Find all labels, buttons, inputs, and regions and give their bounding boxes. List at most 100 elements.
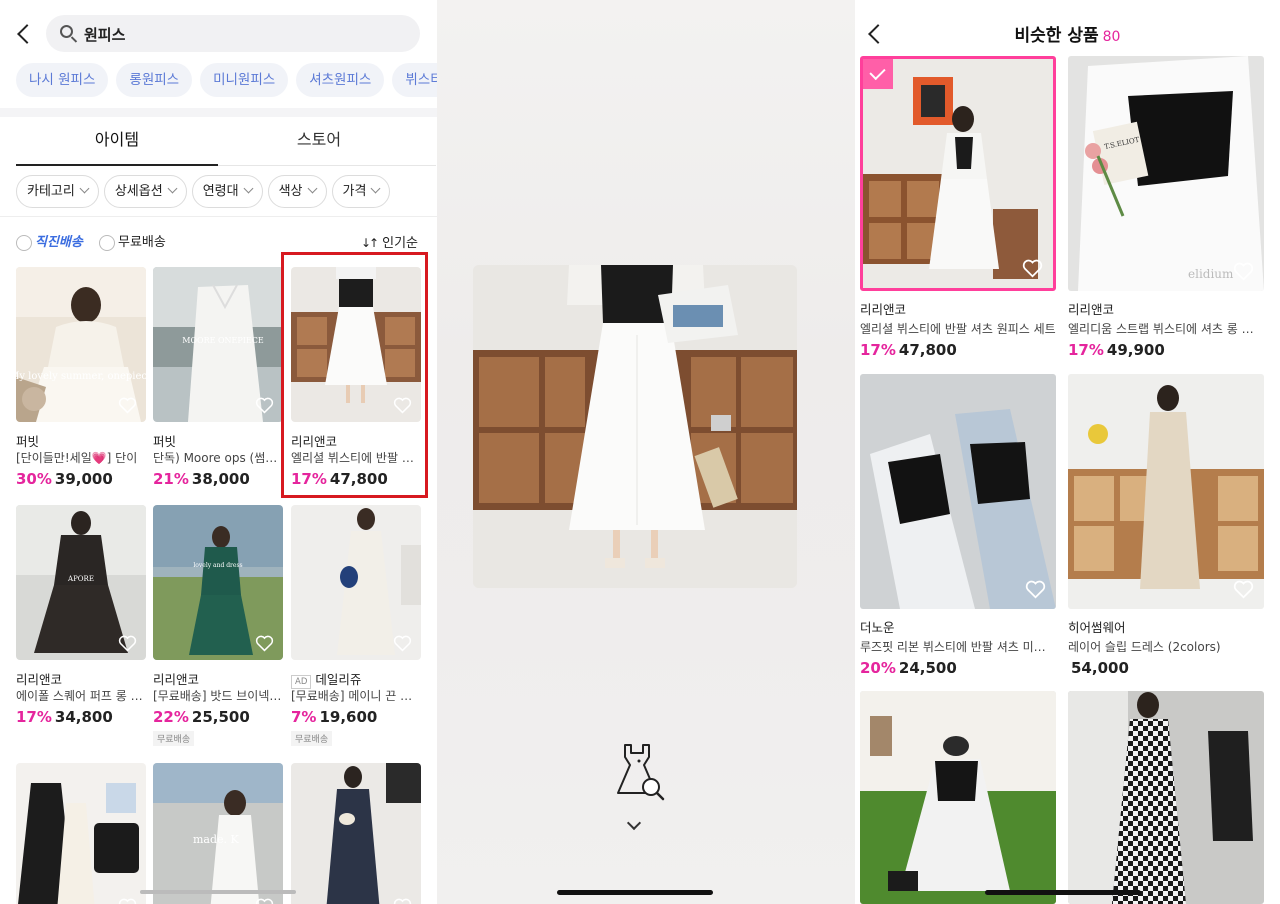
price-value: 54,000 <box>1071 659 1129 677</box>
similar-product-card[interactable]: 더노운 루즈핏 리본 뷔스티에 반팔 셔츠 미디 원피스 20%24,500 <box>860 374 1056 677</box>
product-image: made. K <box>153 763 283 904</box>
filter-label: 연령대 <box>202 184 239 199</box>
product-photo <box>860 374 1056 609</box>
product-image: APORE <box>16 505 146 660</box>
filter-detail-option[interactable]: 상세옵션 <box>103 175 187 208</box>
filter-label: 카테고리 <box>27 184 75 199</box>
similar-product-card[interactable] <box>1068 691 1264 904</box>
radio-icon <box>16 234 32 251</box>
filter-category[interactable]: 카테고리 <box>16 175 99 208</box>
page-title-text: 비슷한 상품 <box>1014 26 1099 46</box>
heart-icon[interactable] <box>1233 262 1254 281</box>
heart-icon[interactable] <box>393 898 412 904</box>
discount-rate: 17% <box>16 708 52 726</box>
filter-label: 상세옵션 <box>114 184 163 199</box>
heart-icon[interactable] <box>118 397 137 414</box>
price-value: 24,500 <box>898 659 957 677</box>
heart-icon[interactable] <box>255 397 274 414</box>
product-image: lovely and dress <box>153 505 283 660</box>
price-value: 19,600 <box>319 708 378 726</box>
price-value: 49,900 <box>1106 341 1165 359</box>
free-shipping-tag: 무료배송 <box>291 731 333 746</box>
heart-icon[interactable] <box>1022 259 1043 278</box>
product-brand: 퍼빗 <box>153 434 177 449</box>
tab-stores[interactable]: 스토어 <box>218 118 420 166</box>
product-price: 22% 25,500 <box>153 708 283 726</box>
product-name: 레이어 슬립 드레스 (2colors) <box>1068 640 1221 654</box>
related-keyword-chips: 나시 원피스롱원피스미니원피스셔츠원피스뷔스티에 원 <box>16 63 437 98</box>
similar-product-card[interactable]: 히어썸웨어 레이어 슬립 드레스 (2colors) 54,000 <box>1068 374 1264 677</box>
radio-icon <box>98 234 115 251</box>
keyword-chip[interactable]: 롱원피스 <box>116 63 193 97</box>
product-card[interactable]: My lovely summer, onepiece 퍼빗 [단이들만!세일💗]… <box>16 267 146 488</box>
heart-icon[interactable] <box>118 898 137 904</box>
image-caption: elidium <box>1188 267 1234 281</box>
search-results-panel: 원피스 나시 원피스롱원피스미니원피스셔츠원피스뷔스티에 원 아이템 스토어 카… <box>0 0 437 904</box>
product-image: MOORE ONEPIECE <box>153 267 283 422</box>
keyword-chip[interactable]: 나시 원피스 <box>16 63 109 97</box>
product-photo <box>863 59 1053 288</box>
home-indicator <box>557 890 713 895</box>
product-brand: 리리앤코 <box>153 672 200 687</box>
product-price: 7% 19,600 <box>291 708 421 726</box>
free-shipping-toggle[interactable]: 무료배송 <box>98 231 166 251</box>
sort-icon: ↓↑ <box>361 236 379 250</box>
product-card[interactable] <box>291 763 421 904</box>
product-card[interactable]: lovely and dress 리리앤코 [무료배송] 밧드 브이넥 롱 22… <box>153 505 283 746</box>
product-brand: 데일리쥬 <box>315 672 362 687</box>
product-card[interactable]: MOORE ONEPIECE 퍼빗 단독) Moore ops (썸머 원피스 … <box>153 267 283 488</box>
chevron-down-icon <box>307 183 317 194</box>
keyword-chip[interactable]: 뷔스티에 원 <box>392 63 437 97</box>
filter-color[interactable]: 색상 <box>267 175 327 208</box>
tab-items[interactable]: 아이템 <box>16 118 218 166</box>
sort-button[interactable]: ↓↑ 인기순 <box>361 232 418 251</box>
chevron-down-icon <box>370 183 381 194</box>
filter-age[interactable]: 연령대 <box>191 175 263 208</box>
product-name: [단이들만!세일💗] 단이 <box>16 451 138 465</box>
keyword-chip[interactable]: 미니원피스 <box>200 63 289 97</box>
image-search-panel <box>437 0 855 904</box>
home-indicator <box>985 890 1141 895</box>
image-caption: My lovely summer, onepiece <box>16 371 146 382</box>
product-photo <box>860 691 1056 904</box>
heart-icon[interactable] <box>118 635 137 652</box>
image-caption: made. K <box>193 833 240 846</box>
heart-icon[interactable] <box>255 898 274 904</box>
chevron-down-icon[interactable] <box>626 815 642 831</box>
chevron-down-icon <box>243 183 254 194</box>
back-arrow-icon[interactable] <box>17 24 37 44</box>
page-title: 비슷한 상품 80 <box>855 21 1280 46</box>
filter-price[interactable]: 가격 <box>331 175 391 208</box>
divider <box>0 216 437 217</box>
dress-search-icon[interactable] <box>609 741 665 803</box>
image-caption: lovely and dress <box>193 562 242 569</box>
product-card[interactable]: made. K <box>153 763 283 904</box>
product-image <box>16 763 146 904</box>
product-image <box>291 763 421 904</box>
selected-product-highlight <box>281 252 428 498</box>
product-name: 에이폴 스퀘어 퍼프 롱 원피스 <box>16 689 146 703</box>
heart-icon[interactable] <box>255 635 274 652</box>
heart-icon[interactable] <box>1233 580 1254 599</box>
product-photo <box>473 265 797 588</box>
keyword-chip[interactable]: 셔츠원피스 <box>296 63 385 97</box>
heart-icon[interactable] <box>1025 580 1046 599</box>
product-card[interactable]: APORE 리리앤코 에이폴 스퀘어 퍼프 롱 원피스 17%34,800 <box>16 505 146 726</box>
selected-product-preview[interactable] <box>473 265 797 588</box>
similar-product-card[interactable]: 리리앤코 엘리셜 뷔스티에 반팔 셔츠 원피스 세트 17% 47,800 <box>860 56 1056 359</box>
direct-shipping-toggle[interactable]: 직진배송 <box>16 231 83 251</box>
similar-product-card[interactable] <box>860 691 1056 904</box>
product-brand: 리리앤코 <box>860 302 907 317</box>
selected-check-icon <box>863 59 893 89</box>
heart-icon[interactable] <box>393 635 412 652</box>
discount-rate: 30% <box>16 470 52 488</box>
discount-rate: 22% <box>153 708 189 726</box>
product-card[interactable]: AD데일리쥬 [무료배송] 메이니 끈 롱 원피스 7%19,600 무료배송 <box>291 505 421 746</box>
price-value: 34,800 <box>54 708 113 726</box>
product-price: 17% 47,800 <box>860 341 1056 359</box>
product-image: My lovely summer, onepiece <box>16 267 146 422</box>
price-value: 47,800 <box>898 341 957 359</box>
similar-product-card[interactable]: T.S.ELIOT elidium 리리앤코 엘리디움 스트랩 뷔스티에 셔츠 … <box>1068 56 1264 359</box>
product-card[interactable] <box>16 763 146 904</box>
search-input[interactable]: 원피스 <box>46 15 420 52</box>
